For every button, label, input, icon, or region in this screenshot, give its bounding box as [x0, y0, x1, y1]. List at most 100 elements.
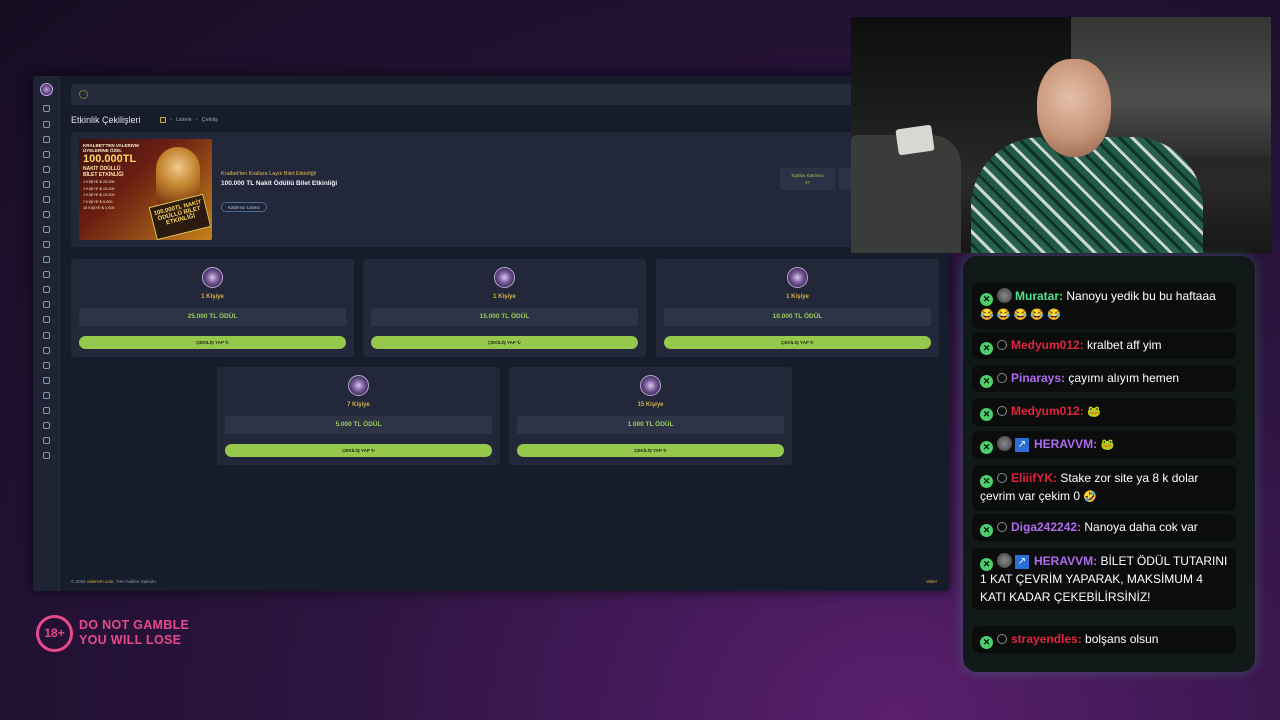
link-icon[interactable] — [43, 362, 50, 369]
chat-username[interactable]: strayendles — [1011, 632, 1078, 646]
webcam-person-head — [1037, 59, 1111, 157]
refresh-icon[interactable] — [43, 316, 50, 323]
breadcrumb-listele[interactable]: Listele — [176, 117, 192, 123]
user-icon — [997, 340, 1007, 350]
gift-box-icon[interactable] — [43, 271, 50, 278]
chat-message: ✕ Diga242242: Nanoya daha cok var — [972, 514, 1236, 541]
moderator-badge-icon: ✕ — [980, 475, 993, 488]
team-icon[interactable] — [43, 437, 50, 444]
chat-username[interactable]: EliiifYK — [1011, 471, 1053, 485]
home-icon[interactable] — [43, 105, 50, 112]
event-banner-image: KRALBET'TEN VALERIVM ÜYELERİNE ÖZEL 100.… — [79, 139, 212, 240]
footer-brand-link[interactable]: valerivm.com — [87, 579, 114, 584]
streamer-webcam — [851, 17, 1271, 253]
shuffle-icon[interactable] — [43, 121, 50, 128]
chat-username[interactable]: Muratar — [1015, 289, 1059, 303]
stat-label: Toplam Katılımcı — [790, 173, 825, 178]
clock-icon[interactable] — [43, 422, 50, 429]
gambling-warning-logo: 18+ DO NOT GAMBLE YOU WILL LOSE — [36, 614, 189, 652]
draw-button[interactable]: ÇEKİLİŞ YAP ↻ — [79, 336, 346, 349]
camera-icon[interactable] — [43, 286, 50, 293]
dollar-icon[interactable] — [43, 347, 50, 354]
chat-text: bolşans olsun — [1085, 632, 1159, 646]
sidebar-rail — [33, 76, 60, 591]
prize-card: 7 Kişiye 5.000 TL ÖDÜL ÇEKİLİŞ YAP ↻ — [217, 367, 500, 465]
page-title: Etkinlik Çekilişleri — [71, 115, 141, 125]
moderator-badge-icon: ✕ — [980, 441, 993, 454]
prize-winner-count: 1 Kişiye — [493, 294, 516, 300]
moderator-badge-icon: ✕ — [980, 636, 993, 649]
cart-icon[interactable] — [43, 196, 50, 203]
webcam-pillow — [895, 124, 935, 156]
user-icon — [997, 373, 1007, 383]
chat-message: ✕ Medyum012: 🐸 — [972, 398, 1236, 426]
prize-logo-icon — [640, 375, 661, 396]
prize-winner-count: 1 Kişiye — [201, 294, 224, 300]
draw-button[interactable]: ÇEKİLİŞ YAP ↻ — [517, 444, 784, 457]
moderator-badge-icon: ✕ — [980, 408, 993, 421]
prize-winner-count: 7 Kişiye — [347, 402, 370, 408]
stat-value: 47 — [804, 180, 810, 185]
chat-message: ✕ Pinarays: çayımı alıyım hemen — [972, 365, 1236, 392]
breadcrumb-cekilis: Çekiliş — [201, 117, 218, 123]
shield-icon[interactable] — [43, 151, 50, 158]
star-icon[interactable] — [43, 136, 50, 143]
chat-username[interactable]: Diga242242 — [1011, 520, 1077, 534]
footer-copyright: © 2025 — [71, 579, 86, 584]
breadcrumb-home-icon[interactable] — [160, 117, 166, 123]
chat-message: ✕ ↗ HERAVVM: 🐸 — [972, 431, 1236, 459]
prize-amount: 25.000 TL ÖDÜL — [79, 308, 346, 326]
chat-message: ✕ strayendles: bolşans olsun — [972, 626, 1236, 653]
footer-rights: , Tüm hakları Saklıdır. — [113, 579, 158, 584]
globe-icon[interactable] — [43, 211, 50, 218]
moderator-badge-icon: ✕ — [980, 558, 993, 571]
chat-message: ✕ Muratar: Nanoyu yedik bu bu haftaaa😂 😂 … — [972, 283, 1236, 329]
mail-icon[interactable] — [43, 377, 50, 384]
users-icon[interactable] — [43, 181, 50, 188]
chat-text: Nanoyu yedik bu bu haftaaa — [1066, 289, 1216, 303]
prize-logo-icon — [348, 375, 369, 396]
draw-button[interactable]: ÇEKİLİŞ YAP ↻ — [664, 336, 931, 349]
chat-username[interactable]: Medyum012 — [1011, 404, 1080, 418]
participants-list-button[interactable]: Katılımcı Listesi — [221, 202, 267, 212]
prize-winner-count: 15 Kişiye — [637, 402, 664, 408]
moderator-badge-icon: ✕ — [980, 293, 993, 306]
prize-amount: 10.000 TL ÖDÜL — [664, 308, 931, 326]
prize-logo-icon — [494, 267, 515, 288]
prize-amount: 1.000 TL ÖDÜL — [517, 416, 784, 434]
user-avatar-icon — [997, 288, 1012, 303]
warning-line1: DO NOT GAMBLE — [79, 618, 190, 632]
prize-card: 1 Kişiye 25.000 TL ÖDÜL ÇEKİLİŞ YAP ↻ — [71, 259, 354, 357]
bookmark-icon[interactable] — [43, 241, 50, 248]
moderator-badge-icon: ✕ — [980, 342, 993, 355]
award-icon[interactable] — [43, 166, 50, 173]
search-icon[interactable] — [43, 392, 50, 399]
footer-right-link[interactable]: Valeri — [926, 579, 937, 584]
footer: © 2025 valerivm.com, Tüm hakları Saklıdı… — [71, 579, 939, 584]
sub-badge-icon: ↗ — [1015, 555, 1029, 569]
chat-username[interactable]: HERAVVM — [1034, 554, 1093, 568]
prize-logo-icon — [202, 267, 223, 288]
user-icon — [997, 634, 1007, 644]
prize-amount: 5.000 TL ÖDÜL — [225, 416, 492, 434]
theme-toggle-icon[interactable] — [79, 90, 88, 99]
gift-icon[interactable] — [43, 256, 50, 263]
sub-badge-icon: ↗ — [1015, 438, 1029, 452]
video-icon[interactable] — [43, 226, 50, 233]
chat-emotes: 🐸 — [1087, 406, 1101, 418]
chat-text: Nanoya daha cok var — [1084, 520, 1198, 534]
site-logo-icon[interactable] — [40, 83, 53, 96]
chat-username[interactable]: Pinarays — [1011, 371, 1061, 385]
chat-username[interactable]: HERAVVM — [1034, 437, 1093, 451]
chat-username[interactable]: Medyum012 — [1011, 338, 1080, 352]
draw-button[interactable]: ÇEKİLİŞ YAP ↻ — [371, 336, 638, 349]
attachment-icon[interactable] — [43, 332, 50, 339]
draw-button[interactable]: ÇEKİLİŞ YAP ↻ — [225, 444, 492, 457]
prize-card: 1 Kişiye 10.000 TL ÖDÜL ÇEKİLİŞ YAP ↻ — [656, 259, 939, 357]
total-participants-stat: Toplam Katılımcı 47 — [780, 168, 835, 190]
database-icon[interactable] — [43, 407, 50, 414]
settings-icon[interactable] — [43, 452, 50, 459]
event-title: 100.000 TL Nakit Ödüllü Bilet Etkinliği — [221, 180, 338, 187]
chat-message: ✕ ↗ HERAVVM: BİLET ÖDÜL TUTARINI 1 KAT ÇEV… — [972, 548, 1236, 610]
monitor-icon[interactable] — [43, 301, 50, 308]
